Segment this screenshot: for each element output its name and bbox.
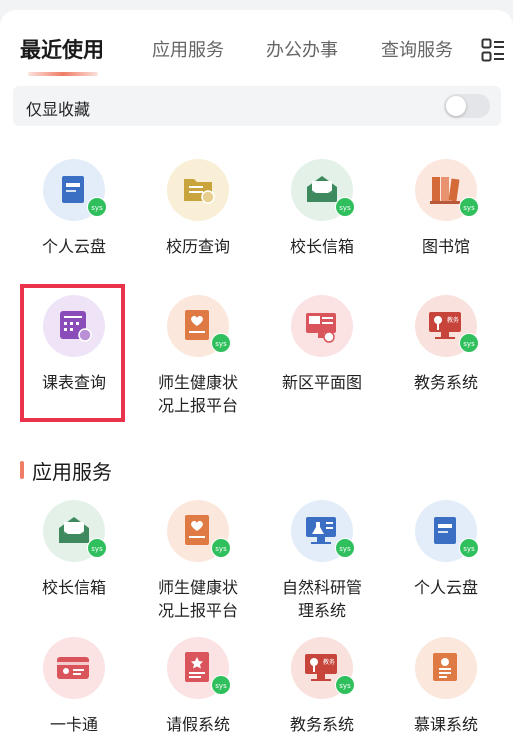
- app-tile[interactable]: 一卡通: [14, 637, 134, 736]
- svg-text:教务: 教务: [323, 658, 335, 666]
- app-tile[interactable]: sys 图书馆: [386, 159, 506, 258]
- tab-office[interactable]: 办公办事: [266, 36, 338, 62]
- app-tile[interactable]: 新区平面图: [262, 295, 382, 394]
- app-panel: 最近使用 应用服务 办公办事 查询服务 仅显收藏 sys 个人云盘 校历查询 sys 校…: [0, 10, 513, 752]
- app-label: 校长信箱: [41, 578, 106, 597]
- app-label-line: 理系统: [297, 601, 346, 620]
- app-tile[interactable]: sys 师生健康状况上报平台: [138, 295, 258, 417]
- public-mail-icon: sys: [43, 500, 107, 562]
- category-tabs: 最近使用 应用服务 办公办事 查询服务: [0, 10, 513, 80]
- sys-badge: sys: [87, 538, 107, 558]
- layout-toggle-icon[interactable]: [481, 38, 505, 62]
- sys-badge: sys: [87, 197, 107, 217]
- app-tile[interactable]: 慕课系统: [386, 637, 506, 736]
- app-label: 教务系统: [413, 373, 478, 392]
- favorites-only-switch[interactable]: [444, 94, 490, 118]
- app-tile[interactable]: sys 个人云盘: [14, 159, 134, 258]
- folder-calendar-icon: [167, 159, 229, 221]
- academic-affairs-icon: 教务 sys: [415, 295, 479, 357]
- leave-request-icon: sys: [167, 637, 231, 699]
- books-icon: sys: [415, 159, 479, 221]
- app-label-line: 况上报平台: [157, 601, 238, 620]
- cloud-drive-icon: sys: [43, 159, 107, 221]
- mooc-icon: [415, 637, 477, 699]
- favorites-filter-bar: 仅显收藏: [13, 86, 501, 126]
- app-label: 一卡通: [49, 715, 98, 734]
- app-label: 校长信箱: [289, 237, 354, 256]
- public-mail-icon: sys: [291, 159, 355, 221]
- svg-text:教务: 教务: [447, 316, 459, 324]
- tab-app-services[interactable]: 应用服务: [152, 36, 224, 62]
- favorites-only-label: 仅显收藏: [26, 100, 91, 119]
- health-report-icon: sys: [167, 295, 231, 357]
- app-tile[interactable]: 教务 sys 教务系统: [386, 295, 506, 394]
- switch-knob: [446, 96, 466, 116]
- app-label: 新区平面图: [281, 373, 362, 392]
- tab-recent[interactable]: 最近使用: [20, 34, 104, 64]
- sys-badge: sys: [211, 675, 231, 695]
- id-card-icon: [43, 637, 105, 699]
- app-label-line: 况上报平台: [157, 396, 238, 415]
- selection-highlight: [20, 284, 125, 422]
- map-screen-icon: [291, 295, 353, 357]
- app-tile[interactable]: sys 师生健康状况上报平台: [138, 500, 258, 622]
- sys-badge: sys: [335, 538, 355, 558]
- app-tile[interactable]: 教务 sys 教务系统: [262, 637, 382, 736]
- app-tile[interactable]: sys 自然科研管理系统: [262, 500, 382, 622]
- active-tab-indicator: [28, 72, 98, 76]
- sys-badge: sys: [459, 538, 479, 558]
- section-title: 应用服务: [32, 460, 112, 484]
- app-label: 自然科研管 理系统: [262, 576, 382, 622]
- app-label: 师生健康状况上报平台: [138, 371, 258, 417]
- health-report-icon: sys: [167, 500, 231, 562]
- app-tile[interactable]: sys 请假系统: [138, 637, 258, 736]
- app-tile[interactable]: sys 个人云盘: [386, 500, 506, 599]
- sys-badge: sys: [335, 675, 355, 695]
- sys-badge: sys: [335, 197, 355, 217]
- academic-affairs-icon: 教务 sys: [291, 637, 355, 699]
- app-label: 慕课系统: [413, 715, 478, 734]
- app-tile[interactable]: 校历查询: [138, 159, 258, 258]
- cloud-drive-icon: sys: [415, 500, 479, 562]
- app-label-line: 师生健康状: [157, 373, 238, 392]
- tab-query-services[interactable]: 查询服务: [381, 36, 453, 62]
- section-accent-bar: [20, 461, 24, 479]
- app-label-line: 自然科研管: [281, 578, 362, 597]
- app-label-line: 师生健康状: [157, 578, 238, 597]
- science-lab-icon: sys: [291, 500, 355, 562]
- sys-badge: sys: [459, 333, 479, 353]
- app-label: 师生健康状况上报平台: [138, 576, 258, 622]
- app-label: 教务系统: [289, 715, 354, 734]
- app-tile[interactable]: sys 校长信箱: [262, 159, 382, 258]
- sys-badge: sys: [459, 197, 479, 217]
- app-label: 个人云盘: [413, 578, 478, 597]
- app-label: 校历查询: [165, 237, 230, 256]
- app-tile[interactable]: sys 校长信箱: [14, 500, 134, 599]
- app-label: 个人云盘: [41, 237, 106, 256]
- app-label: 请假系统: [165, 715, 230, 734]
- sys-badge: sys: [211, 333, 231, 353]
- app-label: 图书馆: [421, 237, 470, 256]
- sys-badge: sys: [211, 538, 231, 558]
